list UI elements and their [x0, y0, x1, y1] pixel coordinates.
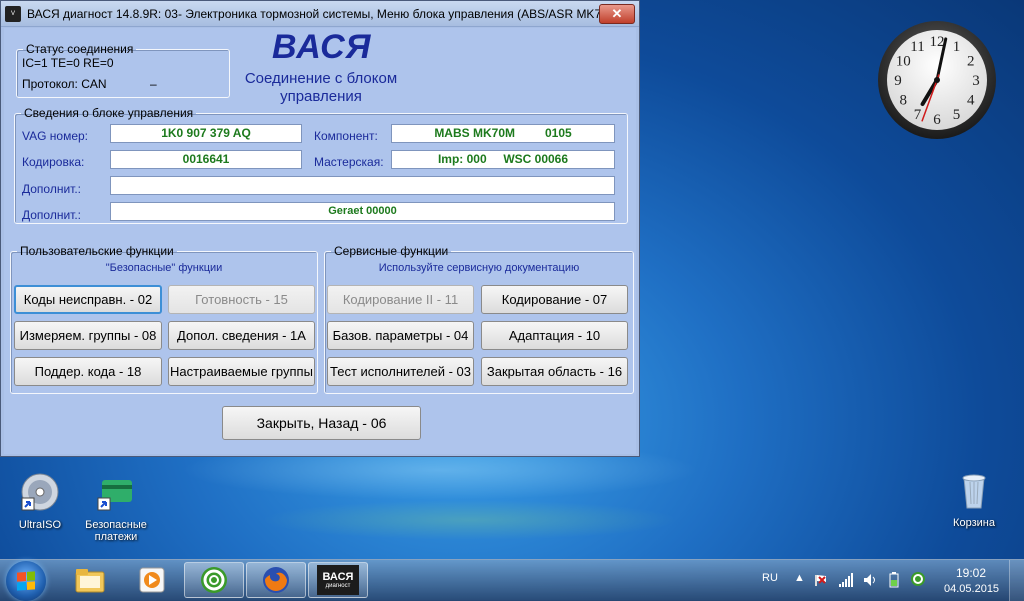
coding-field: 0016641 — [110, 150, 302, 169]
volume-icon[interactable] — [862, 572, 878, 588]
desktop-icon-label: UltraISO — [18, 519, 62, 531]
clock-numeral: 9 — [894, 73, 902, 89]
recycle-bin-icon — [962, 474, 986, 509]
clock-numeral: 1 — [953, 39, 961, 55]
fault-codes-button[interactable]: Коды неисправн. - 02 — [14, 285, 162, 314]
tray-language[interactable]: RU — [762, 572, 778, 584]
clock-numeral: 10 — [896, 54, 911, 70]
desktop-glow — [260, 500, 680, 540]
connection-message: Соединение с блоком управления — [244, 70, 398, 105]
service-functions-caption: Используйте сервисную документацию — [378, 262, 580, 274]
explorer-icon — [75, 569, 105, 593]
vasya-window: V ВАСЯ диагност 14.8.9R: 03- Электроника… — [0, 0, 640, 457]
taskbar-firefox[interactable] — [246, 562, 306, 598]
clock-numeral: 4 — [967, 93, 975, 109]
taskbar-media-player[interactable] — [122, 562, 182, 598]
taskbar-vasya[interactable]: ВАСЯ диагност — [308, 562, 368, 598]
card-icon — [97, 480, 132, 511]
tray-time[interactable]: 19:02 — [956, 566, 986, 580]
vasya-taskbar-sub: диагност — [325, 582, 351, 589]
basic-settings-button[interactable]: Базов. параметры - 04 — [327, 321, 474, 350]
desktop-icon-recycle-bin[interactable]: Корзина — [934, 470, 1014, 529]
clock-numeral: 2 — [967, 54, 975, 70]
vag-number-label: VAG номер: — [22, 129, 89, 143]
component-label: Компонент: — [314, 129, 378, 143]
taskbar-explorer[interactable] — [60, 562, 120, 598]
security-access-button[interactable]: Закрытая область - 16 — [481, 357, 628, 386]
battery-icon[interactable] — [888, 572, 900, 588]
mail-agent-tray-icon[interactable] — [910, 571, 926, 587]
taskbar: ВАСЯ диагност RU ▲ 19:02 04.05.2015 — [0, 559, 1024, 601]
vasya-logo: ВАСЯ — [272, 28, 372, 66]
component-field: MABS MK70M 0105 — [391, 124, 615, 143]
clock-numeral: 3 — [972, 73, 980, 89]
extra-info-field-2: Geraet 00000 — [110, 202, 615, 221]
flag-icon[interactable] — [814, 573, 828, 587]
extra-info-label-1: Дополнит.: — [22, 182, 82, 196]
coding-ii-button[interactable]: Кодирование II - 11 — [327, 285, 474, 314]
connection-status-line: IC=1 TE=0 RE=0 — [22, 56, 114, 70]
service-functions-legend: Сервисные функции — [334, 244, 449, 258]
desktop-icon-safe-payments[interactable]: Безопасные платежи — [76, 472, 156, 543]
custom-groups-button[interactable]: Настраиваемые группы — [168, 357, 315, 386]
tray-expand-icon[interactable]: ▲ — [794, 572, 805, 584]
clock-gadget[interactable]: 12 1 2 3 4 5 6 7 8 9 10 11 — [877, 20, 997, 140]
window-titlebar[interactable]: V ВАСЯ диагност 14.8.9R: 03- Электроника… — [1, 1, 639, 27]
extra-info-button[interactable]: Допол. сведения - 1A — [168, 321, 315, 350]
workshop-field: Imp: 000 WSC 00066 — [391, 150, 615, 169]
window-title: ВАСЯ диагност 14.8.9R: 03- Электроника т… — [27, 6, 607, 21]
clock-numeral: 8 — [899, 93, 907, 109]
coding-label: Кодировка: — [22, 155, 85, 169]
readiness-button[interactable]: Готовность - 15 — [168, 285, 315, 314]
user-functions-caption: "Безопасные" функции — [105, 262, 223, 274]
output-tests-button[interactable]: Тест исполнителей - 03 — [327, 357, 474, 386]
mail-agent-icon — [201, 567, 227, 593]
coding-button[interactable]: Кодирование - 07 — [481, 285, 628, 314]
clock-numeral: 7 — [914, 107, 922, 123]
vasya-icon: ВАСЯ диагност — [317, 565, 359, 595]
protocol-extra: – — [150, 77, 157, 91]
taskbar-mail-agent[interactable] — [184, 562, 244, 598]
connection-status-legend: Статус соединения — [26, 42, 134, 56]
protocol-label: Протокол: CAN — [22, 77, 107, 91]
desktop-icon-label: Корзина — [953, 517, 995, 529]
clock-numeral: 12 — [930, 34, 945, 50]
vasya-app-icon: V — [5, 5, 21, 22]
code-support-button[interactable]: Поддер. кода - 18 — [14, 357, 162, 386]
ecu-info-legend: Сведения о блоке управления — [24, 106, 194, 120]
window-client: Статус соединения IC=1 TE=0 RE=0 Протоко… — [4, 28, 636, 454]
disc-icon — [21, 473, 59, 511]
clock-numeral: 6 — [933, 112, 941, 128]
adaptation-button[interactable]: Адаптация - 10 — [481, 321, 628, 350]
clock-numeral: 11 — [910, 39, 924, 55]
window-close-button[interactable]: ✕ — [599, 4, 635, 24]
clock-numeral: 5 — [953, 107, 961, 123]
signal-icon[interactable] — [838, 572, 854, 588]
measuring-groups-button[interactable]: Измеряем. группы - 08 — [14, 321, 162, 350]
firefox-icon — [263, 567, 289, 593]
tray-date[interactable]: 04.05.2015 — [944, 583, 999, 595]
vag-number-field: 1K0 907 379 AQ — [110, 124, 302, 143]
workshop-label: Мастерская: — [314, 155, 384, 169]
user-functions-legend: Пользовательские функции — [20, 244, 174, 258]
vasya-taskbar-label: ВАСЯ — [322, 570, 354, 583]
extra-info-field-1 — [110, 176, 615, 195]
windows-start-icon — [17, 571, 35, 591]
start-button[interactable] — [6, 561, 46, 601]
extra-info-label-2: Дополнит.: — [22, 208, 82, 222]
desktop-icon-label: Безопасные платежи — [85, 519, 147, 543]
show-desktop-button[interactable] — [1009, 560, 1024, 601]
clock-face: 12 12 3 45678 9 1011 — [878, 21, 996, 139]
close-back-button[interactable]: Закрыть, Назад - 06 — [222, 406, 421, 440]
media-player-icon — [139, 567, 165, 593]
desktop-icon-ultraiso[interactable]: UltraISO — [0, 472, 80, 531]
